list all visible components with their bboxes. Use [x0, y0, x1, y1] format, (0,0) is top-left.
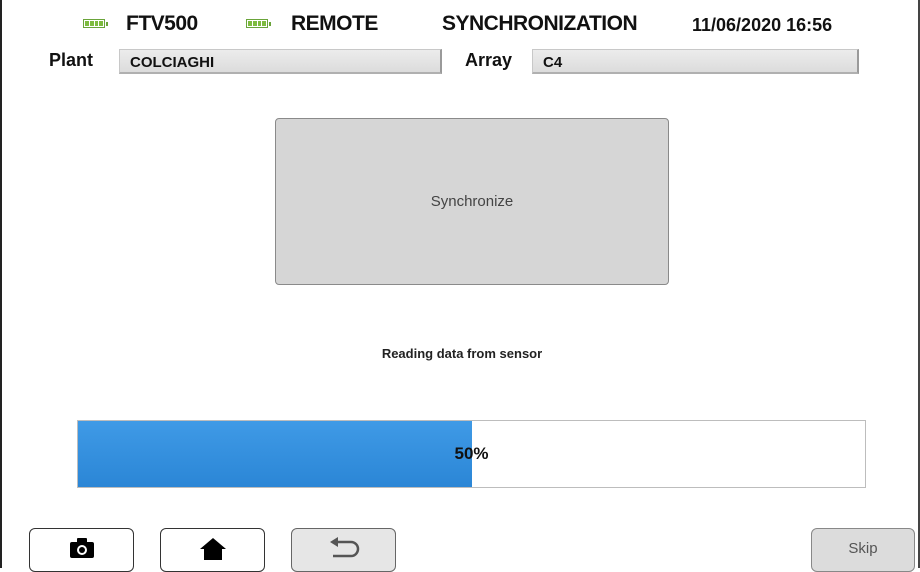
progress-label: 50%	[454, 444, 489, 463]
back-button[interactable]	[291, 528, 396, 572]
device-screen: FTV500 REMOTE SYNCHRONIZATION 11/06/2020…	[0, 0, 920, 572]
battery-icon	[83, 19, 108, 28]
synchronize-button[interactable]: Synchronize	[275, 118, 669, 285]
status-text: Reading data from sensor	[381, 346, 543, 361]
remote-battery-icon	[246, 19, 271, 28]
home-icon	[199, 538, 226, 560]
plant-field[interactable]: COLCIAGHI	[119, 49, 442, 74]
camera-button[interactable]	[29, 528, 134, 572]
camera-icon	[69, 538, 94, 558]
device-name: FTV500	[126, 12, 198, 35]
synchronize-button-label: Synchronize	[430, 193, 514, 210]
skip-button-label: Skip	[848, 540, 878, 557]
home-button[interactable]	[160, 528, 265, 572]
datetime: 11/06/2020 16:56	[692, 15, 833, 35]
array-label: Array	[465, 50, 513, 70]
array-field[interactable]: C4	[532, 49, 859, 74]
skip-button[interactable]: Skip	[811, 528, 915, 572]
progress-bar: 50%	[77, 420, 866, 488]
mode-label: REMOTE	[291, 12, 378, 35]
back-arrow-icon	[329, 537, 359, 558]
page-title: SYNCHRONIZATION	[442, 12, 638, 35]
plant-label: Plant	[49, 50, 94, 70]
